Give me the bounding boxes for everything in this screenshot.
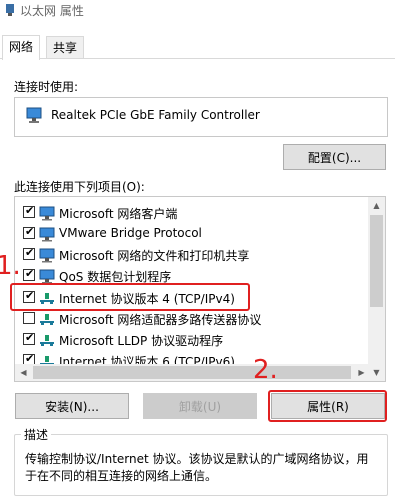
item-checkbox[interactable] [23,312,35,324]
protocol-icon [40,314,54,325]
network-client-icon [39,206,55,221]
item-checkbox[interactable]: ✔ [23,204,35,218]
window-title: 以太网 属性 [20,4,84,18]
network-client-icon [39,248,55,263]
tab-bar: 网络 共享 [0,35,395,60]
description-text: 传输控制协议/Internet 协议。该协议是默认的广域网络协议，用于在不同的相… [25,452,369,483]
network-client-icon [39,227,55,242]
list-item[interactable]: Microsoft 网络适配器多路传送器协议 [15,308,370,330]
description-label: 描述 [21,426,52,443]
scroll-up-icon[interactable]: ▲ [368,197,385,214]
item-label: VMware Bridge Protocol [59,226,202,240]
scroll-down-icon[interactable]: ▼ [368,364,385,381]
item-label: Microsoft 网络适配器多路传送器协议 [59,313,262,327]
scroll-right-icon[interactable]: ▶ [353,364,370,381]
adapter-box: Realtek PCIe GbE Family Controller [14,97,388,137]
tab-sharing[interactable]: 共享 [46,36,85,59]
scroll-left-icon[interactable]: ◀ [15,364,32,381]
highlight-ipv4-box [10,283,250,311]
network-adapter-icon [26,107,42,123]
item-checkbox[interactable]: ✔ [23,331,35,345]
item-label: Microsoft 网络客户端 [59,207,178,221]
description-group: 描述 传输控制协议/Internet 协议。该协议是默认的广域网络协议，用于在不… [14,426,388,496]
annotation-step-two: 2. [253,355,278,385]
item-label: Microsoft LLDP 协议驱动程序 [59,334,224,348]
configure-button[interactable]: 配置(C)... [283,144,386,170]
install-button[interactable]: 安装(N)... [15,393,129,419]
scroll-thumb[interactable] [370,215,383,307]
network-client-icon [39,269,55,284]
vertical-scrollbar[interactable]: ▲ ▼ [368,197,385,381]
item-checkbox[interactable]: ✔ [23,225,35,239]
list-item[interactable]: ✔ Microsoft 网络客户端 [15,202,370,224]
tab-divider [0,58,395,59]
highlight-properties-box [268,390,387,422]
uninstall-button[interactable]: 卸载(U) [143,393,257,419]
list-item[interactable]: ✔ VMware Bridge Protocol [15,223,370,245]
tab-network[interactable]: 网络 [2,35,41,60]
horizontal-scrollbar[interactable]: ◀ ▶ [15,364,370,381]
item-checkbox[interactable]: ✔ [23,267,35,281]
item-label: Microsoft 网络的文件和打印机共享 [59,249,250,263]
items-label: 此连接使用下列项目(O): [14,180,145,194]
annotation-step-one: 1. [0,251,21,281]
list-item[interactable]: ✔ Microsoft 网络的文件和打印机共享 [15,244,370,266]
connect-using-label: 连接时使用: [14,80,79,94]
network-adapter-icon [6,4,14,16]
scroll-thumb[interactable] [33,366,351,379]
list-item[interactable]: ✔ Microsoft LLDP 协议驱动程序 [15,329,370,351]
title-bar: 以太网 属性 [0,0,395,24]
item-checkbox[interactable]: ✔ [23,246,35,260]
adapter-name: Realtek PCIe GbE Family Controller [51,108,260,122]
protocol-icon [40,335,54,346]
